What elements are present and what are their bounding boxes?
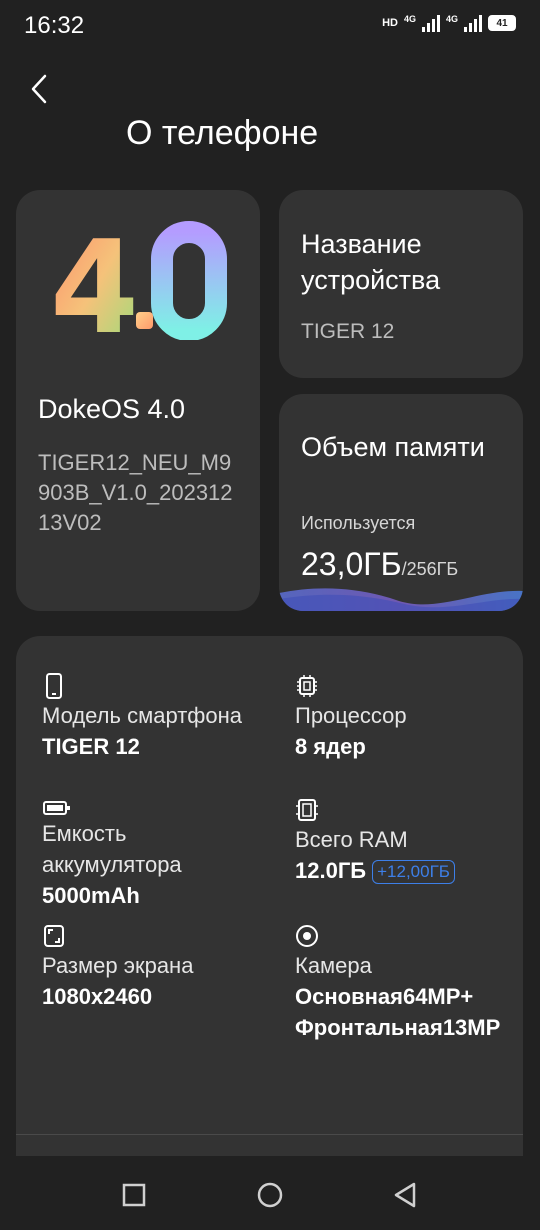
- spec-ram-value: 12.0ГБ: [295, 858, 367, 883]
- spec-processor[interactable]: Процессор 8 ядер: [295, 672, 515, 762]
- spec-model[interactable]: Модель смартфона TIGER 12: [42, 672, 272, 762]
- spec-model-value: TIGER 12: [42, 734, 140, 759]
- device-name-title: Название устройства: [301, 229, 441, 295]
- battery-level: 41: [496, 17, 508, 29]
- recents-square-icon[interactable]: [119, 1180, 149, 1210]
- ram-icon: [296, 799, 318, 821]
- logo-four: 4: [50, 220, 139, 340]
- signal-icon-2: [464, 14, 482, 32]
- chip-icon: [297, 675, 317, 697]
- status-time: 16:32: [24, 12, 85, 39]
- specs-card: Модель смартфона TIGER 12 Процессор 8 яд…: [16, 636, 523, 1156]
- spec-camera-label: Камера: [295, 953, 372, 978]
- ram-extension-badge[interactable]: +12,00ГБ: [372, 860, 455, 885]
- spec-ram-label: Всего RAM: [295, 827, 408, 852]
- storage-title: Объем памяти: [301, 432, 485, 462]
- battery-icon: 41: [488, 15, 516, 31]
- device-name-card[interactable]: Название устройства TIGER 12: [279, 190, 523, 378]
- back-arrow-icon[interactable]: [24, 70, 58, 108]
- home-circle-icon[interactable]: [255, 1180, 285, 1210]
- device-name-value: TIGER 12: [301, 320, 395, 343]
- status-bar: 16:32 HD 4G 4G 41: [0, 0, 540, 54]
- os-name: DokeOS 4.0: [38, 394, 186, 424]
- storage-wave-graphic: [279, 588, 523, 611]
- spec-battery[interactable]: Емкость аккумулятора 5000mAh: [42, 798, 272, 911]
- spec-screen[interactable]: Размер экрана 1080x2460: [42, 922, 272, 1012]
- spec-ram[interactable]: Всего RAM 12.0ГБ +12,00ГБ: [295, 796, 515, 886]
- screen-size-icon: [44, 925, 64, 947]
- spec-screen-label: Размер экрана: [42, 953, 194, 978]
- phone-icon: [46, 673, 62, 699]
- navigation-bar: [0, 1158, 540, 1230]
- storage-card[interactable]: Объем памяти Используется 23,0ГБ/256ГБ: [279, 394, 523, 611]
- os-build-number: TIGER12_NEU_M9903B_V1.0_20231213V02: [38, 450, 233, 535]
- spec-model-label: Модель смартфона: [42, 703, 242, 728]
- storage-used-label: Используется: [301, 513, 416, 533]
- hd-indicator: HD: [382, 17, 398, 29]
- spec-camera[interactable]: Камера Основная64MP+ Фронтальная13MP: [295, 922, 517, 1043]
- spec-battery-value: 5000mAh: [42, 883, 140, 908]
- os-logo: 4: [50, 220, 227, 340]
- camera-icon: [296, 925, 318, 947]
- back-triangle-icon[interactable]: [390, 1180, 420, 1210]
- spec-ram-value-row: 12.0ГБ +12,00ГБ: [295, 855, 515, 886]
- divider: [16, 1134, 523, 1135]
- spec-screen-value: 1080x2460: [42, 984, 153, 1009]
- logo-zero: [151, 221, 227, 340]
- logo-dot: [136, 312, 153, 329]
- spec-processor-value: 8 ядер: [295, 734, 366, 759]
- spec-camera-value: Основная64MP+ Фронтальная13MP: [295, 984, 501, 1040]
- page-title: О телефоне: [126, 114, 319, 152]
- signal-icon: [421, 14, 440, 32]
- battery-capacity-icon: [43, 801, 70, 815]
- os-version-card[interactable]: 4 DokeOS 4.0 TIGER12_NEU_M9903B_V1.0_202…: [16, 190, 260, 611]
- storage-usage: 23,0ГБ/256ГБ: [301, 546, 458, 583]
- spec-battery-label: Емкость аккумулятора: [42, 821, 182, 877]
- spec-processor-label: Процессор: [295, 703, 407, 728]
- network-type-2: 4G: [445, 14, 458, 24]
- network-type-1: 4G: [403, 14, 416, 24]
- status-icons: HD 4G 4G 41: [382, 14, 516, 32]
- storage-total-value: /256ГБ: [401, 559, 459, 579]
- storage-used-value: 23,0ГБ: [301, 546, 402, 582]
